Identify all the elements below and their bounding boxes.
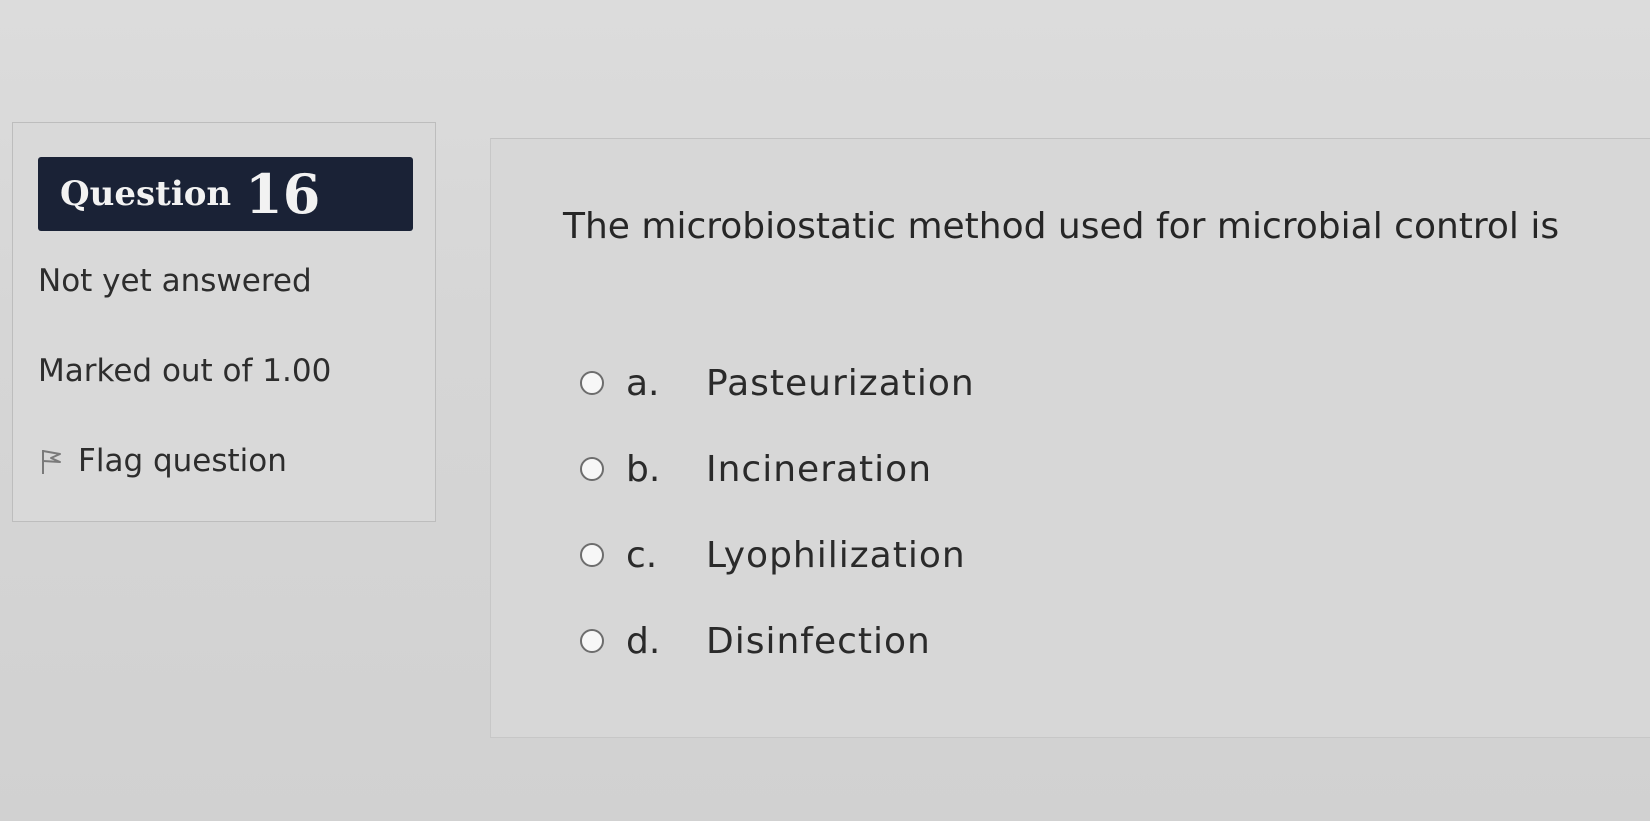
question-text: The microbiostatic method used for micro… (563, 206, 1560, 247)
answer-label: Pasteurization (706, 362, 975, 404)
radio-button[interactable] (580, 629, 604, 653)
answer-letter: c. (626, 534, 658, 576)
answer-option-b[interactable]: b. Incineration (580, 426, 975, 512)
question-state: Not yet answered (38, 263, 312, 299)
answer-label: Disinfection (706, 620, 931, 662)
flag-icon (38, 446, 66, 476)
question-label: Question (60, 174, 232, 214)
answer-letter: b. (626, 448, 661, 490)
answer-label: Incineration (706, 448, 933, 490)
radio-button[interactable] (580, 457, 604, 481)
answer-letter: d. (626, 620, 661, 662)
question-grade: Marked out of 1.00 (38, 353, 332, 389)
flag-question-label: Flag question (78, 443, 287, 479)
answer-option-d[interactable]: d. Disinfection (580, 598, 975, 684)
answer-option-a[interactable]: a. Pasteurization (580, 340, 975, 426)
question-number-badge: Question 16 (38, 157, 413, 231)
radio-button[interactable] (580, 371, 604, 395)
question-info-panel: Question 16 Not yet answered Marked out … (12, 122, 436, 522)
flag-question-link[interactable]: Flag question (38, 443, 287, 479)
radio-button[interactable] (580, 543, 604, 567)
answer-list: a. Pasteurization b. Incineration c. Lyo… (580, 340, 975, 684)
answer-letter: a. (626, 362, 660, 404)
question-number: 16 (245, 162, 321, 226)
answer-label: Lyophilization (706, 534, 966, 576)
answer-option-c[interactable]: c. Lyophilization (580, 512, 975, 598)
